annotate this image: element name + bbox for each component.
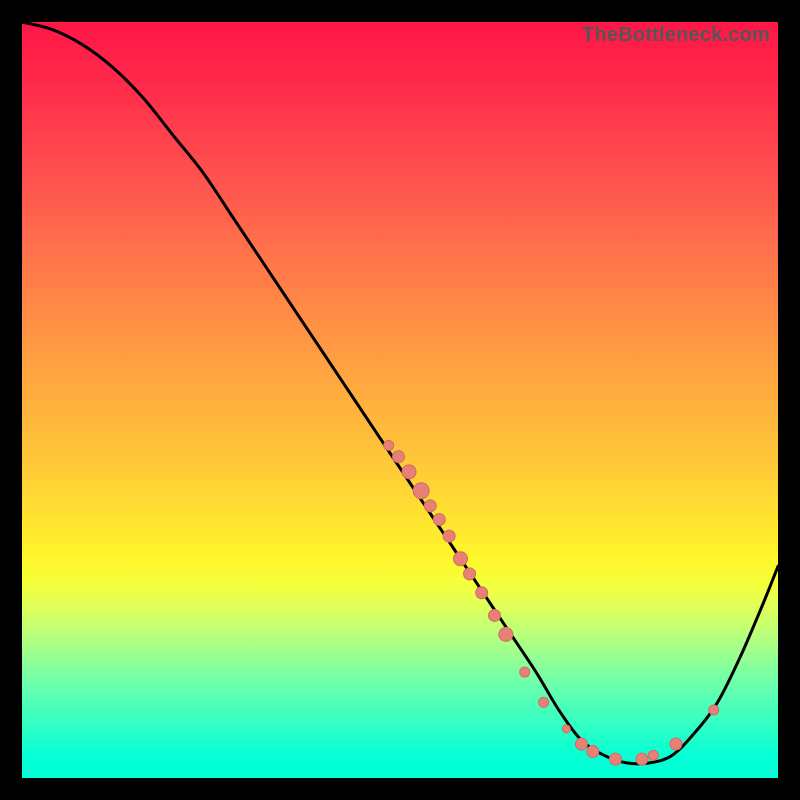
data-point [539,697,549,707]
data-point [499,627,513,641]
data-point [476,587,488,599]
data-point [424,500,436,512]
data-point [648,750,658,760]
data-point [520,667,530,677]
data-point [587,746,599,758]
data-point [402,465,416,479]
curve-layer [22,22,778,778]
data-point [609,753,621,765]
data-point [464,568,476,580]
data-point [453,552,467,566]
data-point [413,483,429,499]
data-point [433,513,445,525]
data-point [392,451,404,463]
data-point [489,609,501,621]
plot-area: TheBottleneck.com [22,22,778,778]
data-points-group [384,440,719,765]
bottleneck-curve [22,22,778,764]
data-point [384,440,394,450]
chart-frame: TheBottleneck.com [0,0,800,800]
data-point [670,738,682,750]
data-point [562,725,570,733]
data-point [575,738,587,750]
data-point [636,753,648,765]
data-point [443,530,455,542]
data-point [709,705,719,715]
